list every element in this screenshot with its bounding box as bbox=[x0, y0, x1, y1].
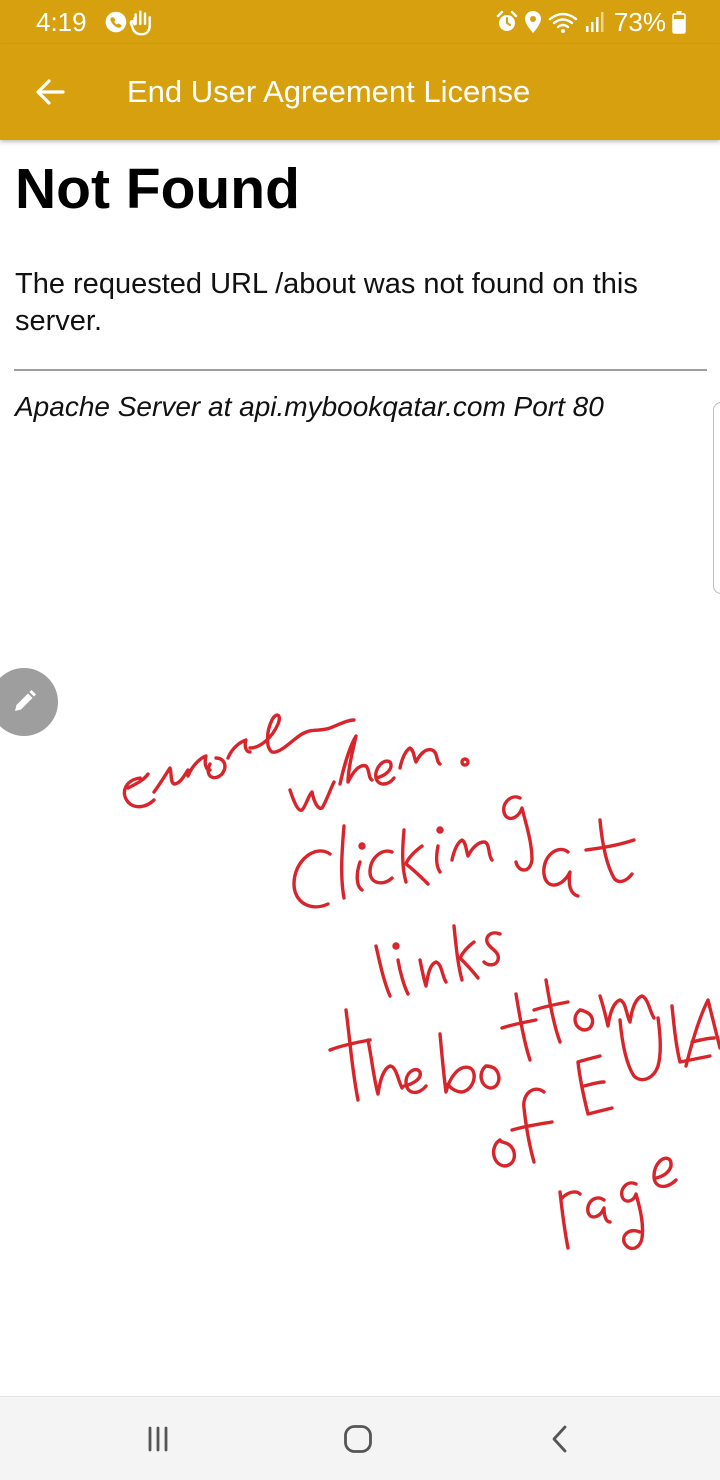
signal-icon bbox=[585, 12, 604, 32]
nav-back-button[interactable] bbox=[530, 1413, 590, 1465]
recents-icon bbox=[148, 1426, 168, 1452]
home-button[interactable] bbox=[328, 1413, 388, 1465]
back-button[interactable] bbox=[22, 66, 78, 118]
wifi-icon bbox=[548, 12, 578, 33]
app-bar: End User Agreement License bbox=[0, 44, 720, 140]
error-message: The requested URL /about was not found o… bbox=[15, 268, 638, 337]
alarm-icon bbox=[496, 10, 518, 31]
navigation-bar bbox=[0, 1396, 720, 1480]
hand-icon bbox=[129, 10, 151, 36]
location-icon bbox=[524, 11, 541, 33]
arrow-left-icon bbox=[36, 79, 65, 105]
status-right-icons: 73% bbox=[496, 6, 686, 38]
app-title: End User Agreement License bbox=[127, 74, 531, 109]
page-heading: Not Found bbox=[15, 157, 300, 221]
status-time: 4:19 bbox=[36, 7, 87, 37]
call-icon bbox=[105, 11, 127, 33]
phone-screen: 4:19 73% End User Agreement License Not … bbox=[0, 0, 720, 1480]
divider bbox=[14, 369, 707, 371]
status-left-icons bbox=[105, 10, 151, 36]
status-bar: 4:19 73% bbox=[0, 0, 720, 44]
battery-percent: 73% bbox=[613, 7, 666, 37]
handwritten-annotation bbox=[122, 713, 720, 1250]
server-signature: Apache Server at api.mybookqatar.com Por… bbox=[15, 391, 604, 422]
edge-panel-handle[interactable] bbox=[713, 402, 720, 594]
home-icon bbox=[344, 1425, 372, 1453]
battery-icon bbox=[672, 11, 686, 34]
back-icon bbox=[552, 1425, 567, 1453]
recents-button[interactable] bbox=[128, 1413, 188, 1465]
